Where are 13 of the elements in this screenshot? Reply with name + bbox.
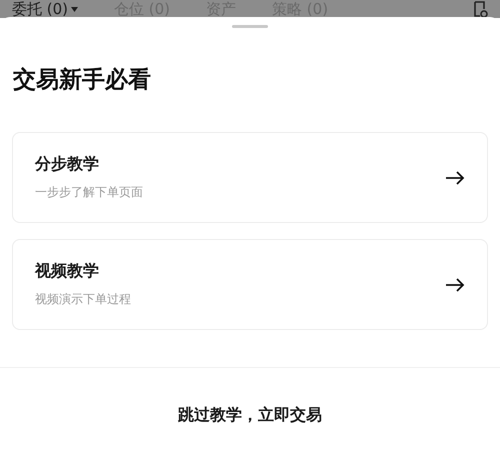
tutorial-option[interactable]: 视频教学 视频演示下单过程 (12, 239, 488, 330)
tab[interactable]: 委托 (0) (12, 0, 78, 18)
drag-handle[interactable] (232, 25, 268, 28)
arrow-right-icon (445, 170, 465, 184)
arrow-right-icon (445, 278, 465, 292)
option-title: 视频教学 (35, 261, 99, 282)
sheet-title: 交易新手必看 (13, 66, 152, 95)
option-subtitle: 视频演示下单过程 (35, 291, 131, 308)
option-title: 分步教学 (35, 154, 99, 175)
option-subtitle: 一步步了解下单页面 (35, 184, 143, 201)
tutorial-option[interactable]: 分步教学 一步步了解下单页面 (12, 132, 488, 223)
document-icon[interactable] (472, 1, 488, 17)
skip-button[interactable]: 跳过教学，立即交易 (168, 398, 332, 432)
